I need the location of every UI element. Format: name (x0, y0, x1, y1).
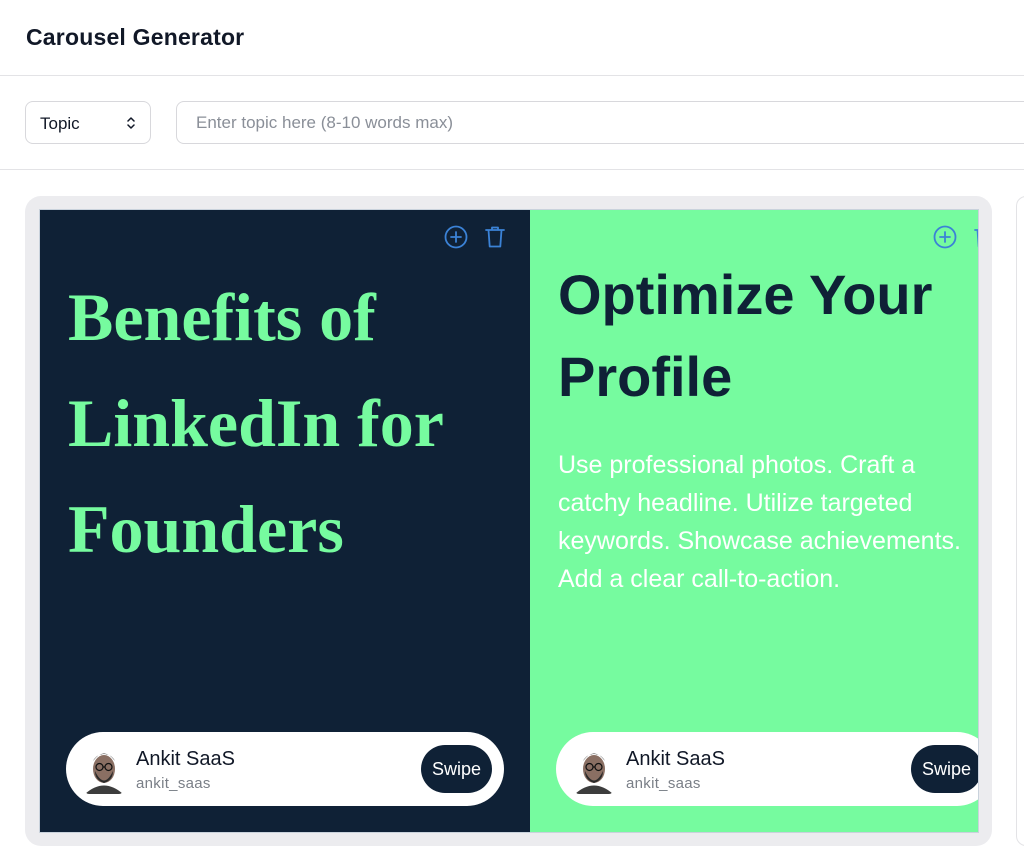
profile-name: Ankit SaaS (136, 748, 235, 770)
slide-body-line: Add a clear call-to-action. (558, 565, 841, 593)
topic-type-select[interactable]: Topic (25, 101, 151, 144)
slide-1-actions (443, 224, 508, 250)
profile-handle: ankit_saas (626, 775, 701, 792)
delete-slide-button[interactable] (971, 224, 978, 250)
slide-title-line: Profile (558, 345, 733, 408)
swipe-button[interactable]: Swipe (910, 745, 978, 793)
avatar (575, 744, 613, 794)
avatar (85, 744, 123, 794)
slide-title-line: Optimize Your (558, 263, 933, 326)
slide-2[interactable]: Optimize Your Profile Use professional p… (530, 210, 978, 832)
profile-card: Ankit SaaS ankit_saas Swipe (556, 732, 978, 806)
carousel-stage: Benefits of LinkedIn for Founders Ankit … (25, 196, 992, 846)
slide-title-line: Benefits of (68, 279, 376, 355)
carousel-viewport: Benefits of LinkedIn for Founders Ankit … (39, 209, 979, 833)
slide-body-line: Use professional photos. Craft a (558, 451, 916, 479)
add-slide-button[interactable] (932, 224, 958, 250)
slide-title: Benefits of LinkedIn for Founders (68, 264, 508, 582)
slide-body-line: catchy headline. Utilize targeted (558, 489, 913, 517)
add-slide-button[interactable] (443, 224, 469, 250)
slide-2-actions (932, 224, 978, 250)
trash-icon (485, 226, 505, 248)
app-header: Carousel Generator (0, 0, 1024, 76)
page-title: Carousel Generator (26, 24, 245, 50)
controls-bar: Topic (0, 76, 1024, 170)
slide-body-line: keywords. Showcase achievements. (558, 527, 961, 555)
profile-name: Ankit SaaS (626, 748, 725, 770)
slide-title-line: LinkedIn for (68, 385, 444, 461)
topic-type-select-value: Topic (40, 114, 80, 133)
topic-input[interactable] (176, 101, 1024, 144)
swipe-button[interactable]: Swipe (420, 745, 492, 793)
slide-1[interactable]: Benefits of LinkedIn for Founders Ankit … (40, 210, 530, 832)
slide-title: Optimize Your Profile (558, 254, 978, 418)
profile-card: Ankit SaaS ankit_saas Swipe (66, 732, 504, 806)
profile-handle: ankit_saas (136, 775, 211, 792)
plus-circle-icon (933, 225, 957, 249)
trash-icon (974, 229, 978, 248)
slide-body: Use professional photos. Craft a catchy … (558, 446, 978, 598)
slide-title-line: Founders (68, 491, 344, 567)
delete-slide-button[interactable] (482, 224, 508, 250)
plus-circle-icon (444, 225, 468, 249)
next-carousel-stage-edge (1016, 196, 1024, 846)
chevron-up-down-icon (127, 117, 135, 129)
